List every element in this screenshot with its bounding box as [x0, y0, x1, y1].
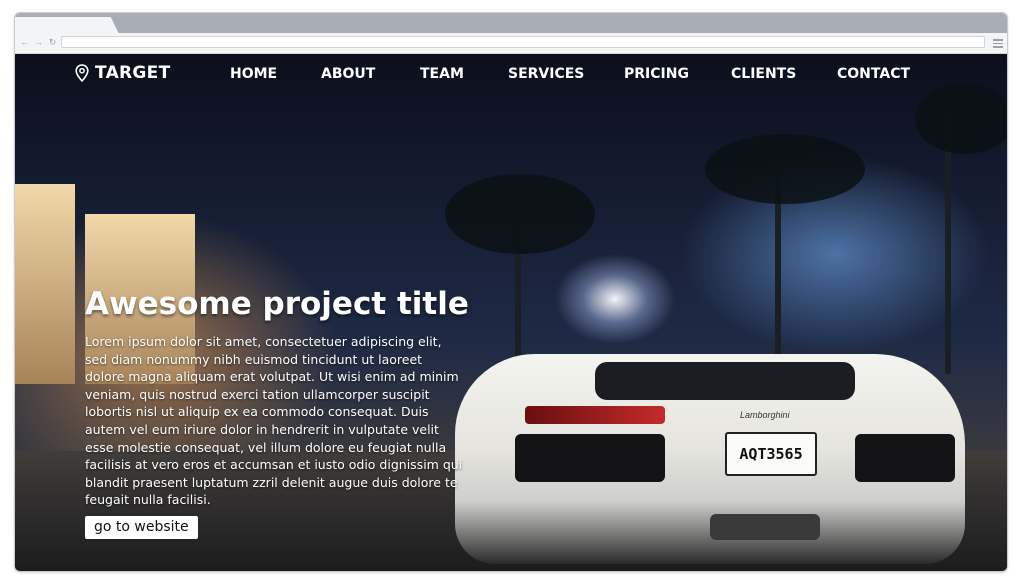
tab-bar [15, 13, 1007, 34]
reload-icon[interactable]: ↻ [47, 36, 58, 49]
palm-tree [445, 174, 595, 254]
palm-tree [915, 84, 1007, 154]
browser-tab[interactable] [15, 17, 119, 34]
sports-car: Lamborghini AQT3565 [455, 354, 965, 564]
hamburger-menu-icon[interactable] [993, 37, 1003, 48]
nav-pricing[interactable]: PRICING [624, 66, 689, 82]
car-tail-light [525, 406, 665, 424]
hero-description: Lorem ipsum dolor sit amet, consectetuer… [85, 334, 463, 508]
car-exhaust [710, 514, 820, 540]
nav-team[interactable]: TEAM [420, 66, 464, 82]
brand-logo[interactable]: TARGET [75, 63, 171, 83]
palm-tree [705, 134, 865, 204]
license-plate: AQT3565 [725, 432, 817, 476]
nav-contact[interactable]: CONTACT [837, 66, 910, 82]
top-navigation: TARGET HOME ABOUT TEAM SERVICES PRICING … [15, 54, 1007, 94]
nav-home[interactable]: HOME [230, 66, 277, 82]
address-bar[interactable] [61, 36, 985, 48]
nav-about[interactable]: ABOUT [321, 66, 375, 82]
back-arrow-icon[interactable]: ← [19, 36, 30, 49]
car-vent [515, 434, 665, 482]
building [15, 184, 75, 384]
hero-title: Awesome project title [85, 286, 469, 322]
car-badge: Lamborghini [740, 410, 790, 420]
car-rear-window [595, 362, 855, 400]
palm-tree [945, 114, 951, 374]
forward-arrow-icon[interactable]: → [33, 36, 44, 49]
nav-services[interactable]: SERVICES [508, 66, 584, 82]
hero-section: Lamborghini AQT3565 TARGET HOME ABOUT TE… [15, 54, 1007, 571]
browser-window: ← → ↻ Lamborghini AQT3565 TARGET HOME AB… [14, 12, 1008, 572]
browser-toolbar: ← → ↻ [15, 33, 1007, 54]
car-vent [855, 434, 955, 482]
go-to-website-button[interactable]: go to website [85, 516, 198, 539]
brand-name: TARGET [95, 63, 171, 83]
location-pin-icon [75, 64, 89, 82]
nav-clients[interactable]: CLIENTS [731, 66, 796, 82]
